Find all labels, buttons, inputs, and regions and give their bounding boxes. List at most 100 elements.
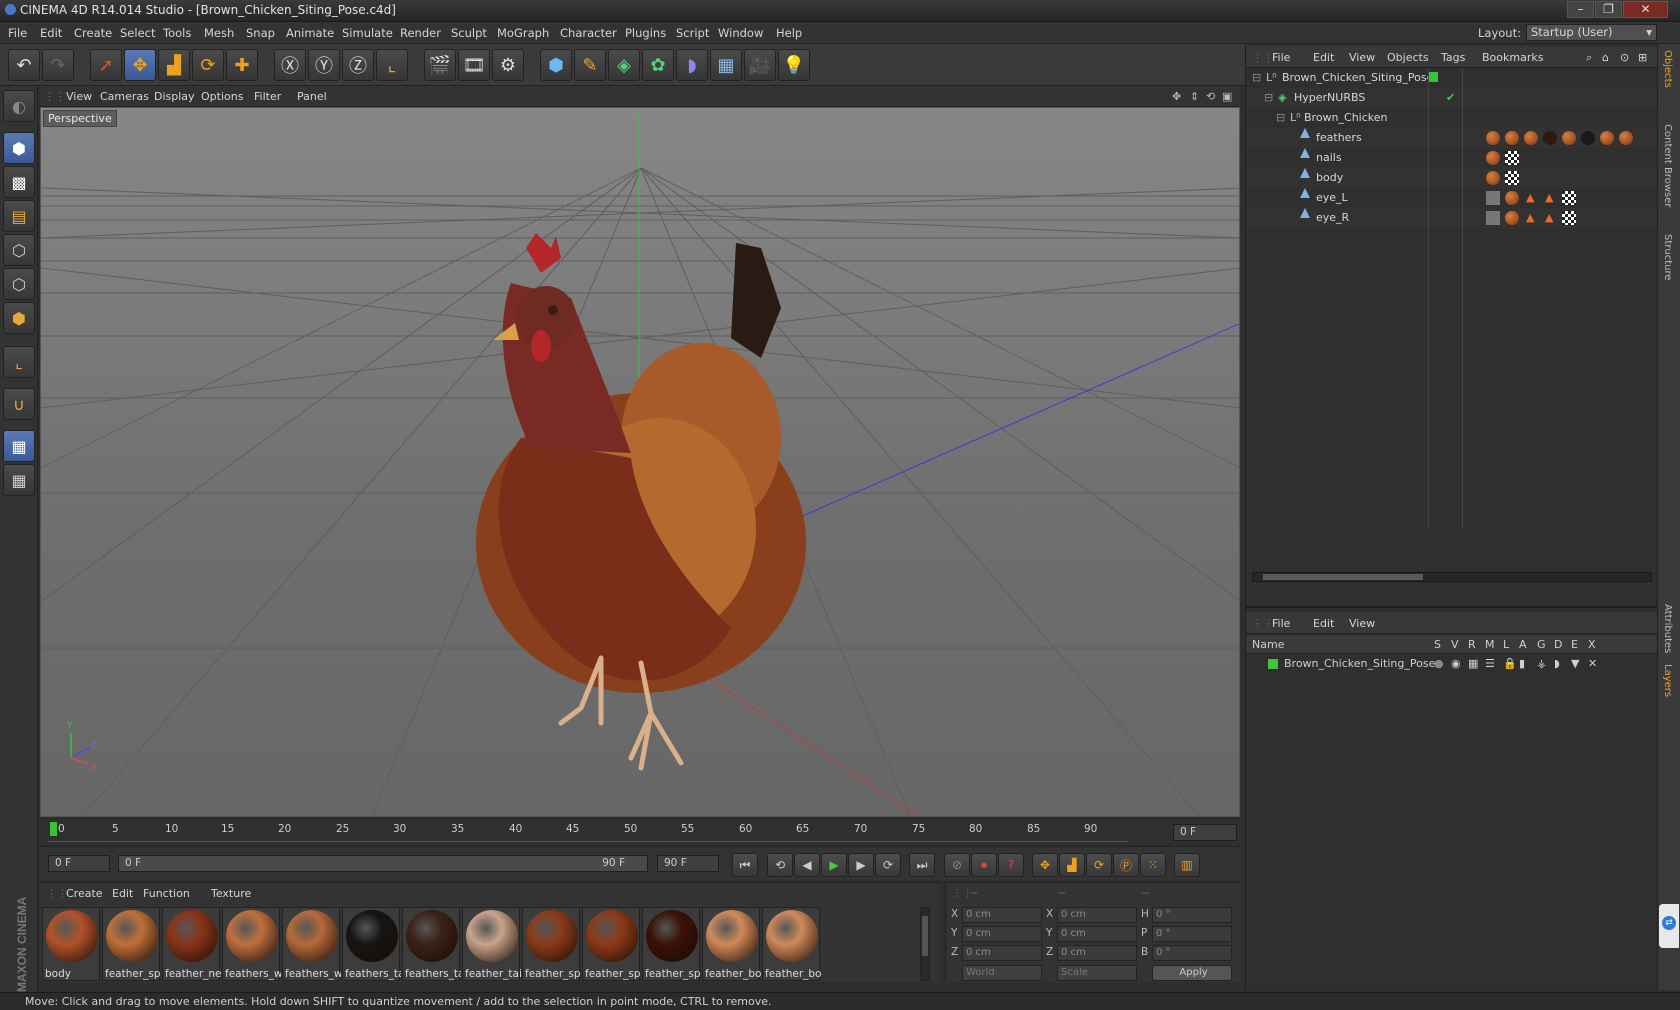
object-row[interactable]: nails — [1246, 148, 1658, 168]
obj-menu-view[interactable]: View — [1349, 51, 1375, 64]
menu-sculpt[interactable]: Sculpt — [451, 26, 487, 40]
warning-tag-icon[interactable]: ▲ — [1526, 208, 1534, 228]
add-spline-button[interactable]: ✎ — [574, 49, 606, 81]
menu-animate[interactable]: Animate — [286, 26, 334, 40]
previous-key-button[interactable]: ⟲ — [767, 853, 793, 877]
menu-plugins[interactable]: Plugins — [625, 26, 666, 40]
rotate-view-icon[interactable]: ⟲ — [1206, 90, 1215, 103]
layer-color-swatch[interactable] — [1428, 72, 1438, 82]
rot-b-field[interactable]: 0 ° — [1152, 945, 1232, 961]
add-array-button[interactable]: ✿ — [642, 49, 674, 81]
size-mode-dropdown[interactable]: Scale — [1057, 965, 1137, 981]
material-tag-icon[interactable] — [1505, 131, 1519, 145]
material-tag-icon[interactable] — [1581, 131, 1595, 145]
material-tag-icon[interactable] — [1562, 131, 1576, 145]
z-axis-lock-button[interactable]: Ⓩ — [342, 49, 374, 81]
size-x-field[interactable]: 0 cm — [1057, 907, 1137, 923]
current-frame-field[interactable]: 0 F — [1173, 824, 1237, 841]
live-selection-button[interactable]: ➚ — [90, 49, 122, 81]
material-menu-create[interactable]: Create — [66, 887, 103, 900]
layout-dropdown[interactable]: Startup (User) ▾ — [1526, 24, 1657, 41]
pos-y-field[interactable]: 0 cm — [962, 926, 1042, 942]
apply-button[interactable]: Apply — [1152, 965, 1232, 981]
add-environment-button[interactable]: ▦ — [710, 49, 742, 81]
warning-tag-icon[interactable]: ▲ — [1545, 208, 1553, 228]
redo-button[interactable]: ↷ — [42, 49, 74, 81]
recent-tools-button[interactable]: ✚ — [226, 49, 258, 81]
workplane-mode-button[interactable]: ▤ — [3, 200, 35, 232]
material-thumbnail[interactable]: feathers_ta — [342, 907, 401, 981]
next-frame-button[interactable]: ▶ — [848, 853, 874, 877]
layer-menu-view[interactable]: View — [1349, 617, 1375, 630]
expression-icon[interactable]: ▼ — [1571, 657, 1579, 670]
viewport-menu-display[interactable]: Display — [154, 90, 195, 103]
end-frame-field[interactable]: 90 F — [657, 855, 719, 872]
viewport-menu-options[interactable]: Options — [201, 90, 243, 103]
film-strip-icon[interactable]: ▮ — [1519, 657, 1525, 670]
viewport-menu-panel[interactable]: Panel — [297, 90, 327, 103]
material-tag-icon[interactable] — [1486, 191, 1500, 205]
rot-h-field[interactable]: 0 ° — [1152, 907, 1232, 923]
material-scrollbar[interactable] — [920, 907, 930, 981]
object-row[interactable]: eye_R ▲ ▲ — [1246, 208, 1658, 228]
material-tag-icon[interactable] — [1543, 131, 1557, 145]
link-icon[interactable]: ⊙ — [1620, 51, 1629, 64]
material-menu-edit[interactable]: Edit — [112, 887, 133, 900]
layer-menu-edit[interactable]: Edit — [1313, 617, 1334, 630]
render-settings-button[interactable]: ⚙ — [492, 49, 524, 81]
teamviewer-widget[interactable]: ⇄ — [1659, 904, 1679, 948]
layer-color-swatch[interactable] — [1268, 659, 1278, 669]
material-thumbnail[interactable]: feather_bo — [702, 907, 761, 981]
menu-select[interactable]: Select — [120, 26, 155, 40]
render-icon[interactable]: ▦ — [1468, 657, 1478, 670]
object-row[interactable]: ⊟ L⁰ Brown_Chicken_Siting_Pose — [1246, 68, 1658, 88]
render-picture-viewer-button[interactable]: 🎞 — [458, 49, 490, 81]
record-rotation-button[interactable]: ⟳ — [1086, 853, 1112, 877]
material-thumbnail[interactable]: feather_spi — [522, 907, 581, 981]
axis-mode-button[interactable]: ⌞ — [3, 346, 35, 378]
material-thumbnail[interactable]: feathers_w — [282, 907, 341, 981]
material-tag-icon[interactable] — [1486, 171, 1500, 185]
add-nurbs-button[interactable]: ◈ — [608, 49, 640, 81]
material-thumbnail[interactable]: feathers_w — [222, 907, 281, 981]
material-tag-icon[interactable] — [1486, 131, 1500, 145]
size-y-field[interactable]: 0 cm — [1057, 926, 1137, 942]
generator-icon[interactable]: ⚶ — [1537, 657, 1546, 670]
warning-tag-icon[interactable]: ▲ — [1526, 188, 1534, 208]
tab-attributes[interactable]: Attributes — [1662, 604, 1673, 653]
menu-edit[interactable]: Edit — [40, 26, 62, 40]
next-key-button[interactable]: ⟳ — [875, 853, 901, 877]
auto-keying-button[interactable]: ⏺ — [971, 853, 997, 877]
go-to-end-button[interactable]: ⏭ — [909, 853, 935, 877]
collapse-icon[interactable]: ⊟ — [1264, 88, 1273, 108]
planar-workplane-button[interactable]: ▦ — [3, 464, 35, 496]
eye-icon[interactable]: ◉ — [1451, 657, 1461, 670]
solo-dot-icon[interactable]: ● — [1434, 657, 1444, 670]
uvw-tag-icon[interactable] — [1505, 171, 1519, 185]
pos-z-field[interactable]: 0 cm — [962, 945, 1042, 961]
timeline-track[interactable]: 0 5 10 15 20 25 30 35 40 45 50 55 60 65 … — [48, 822, 1128, 842]
coordinate-mode-dropdown[interactable]: World — [962, 965, 1042, 981]
home-icon[interactable]: ⌂ — [1602, 51, 1609, 64]
obj-menu-file[interactable]: File — [1272, 51, 1290, 64]
start-frame-field[interactable]: 0 F — [48, 855, 110, 872]
material-thumbnail[interactable]: feather_spi — [642, 907, 701, 981]
layer-menu-file[interactable]: File — [1272, 617, 1290, 630]
material-thumbnail[interactable]: feather_ne — [162, 907, 221, 981]
tab-structure[interactable]: Structure — [1662, 234, 1673, 281]
menu-mesh[interactable]: Mesh — [204, 26, 234, 40]
obj-menu-bookmarks[interactable]: Bookmarks — [1482, 51, 1543, 64]
timeline-ruler[interactable]: 0 5 10 15 20 25 30 35 40 45 50 55 60 65 … — [40, 820, 1240, 844]
texture-mode-button[interactable]: ▩ — [3, 166, 35, 198]
material-thumbnail[interactable]: feathers_ta — [402, 907, 461, 981]
timeline-button[interactable]: ▥ — [1174, 853, 1200, 877]
material-menu-function[interactable]: Function — [143, 887, 190, 900]
menu-simulate[interactable]: Simulate — [342, 26, 393, 40]
uvw-tag-icon[interactable] — [1562, 191, 1576, 205]
material-tag-icon[interactable] — [1486, 151, 1500, 165]
viewport-menu-cameras[interactable]: Cameras — [100, 90, 149, 103]
perspective-viewport[interactable]: Y Z X Perspective — [40, 107, 1240, 817]
obj-menu-objects[interactable]: Objects — [1387, 51, 1429, 64]
add-camera-button[interactable]: 🎥 — [744, 49, 776, 81]
render-view-button[interactable]: 🎬 — [424, 49, 456, 81]
